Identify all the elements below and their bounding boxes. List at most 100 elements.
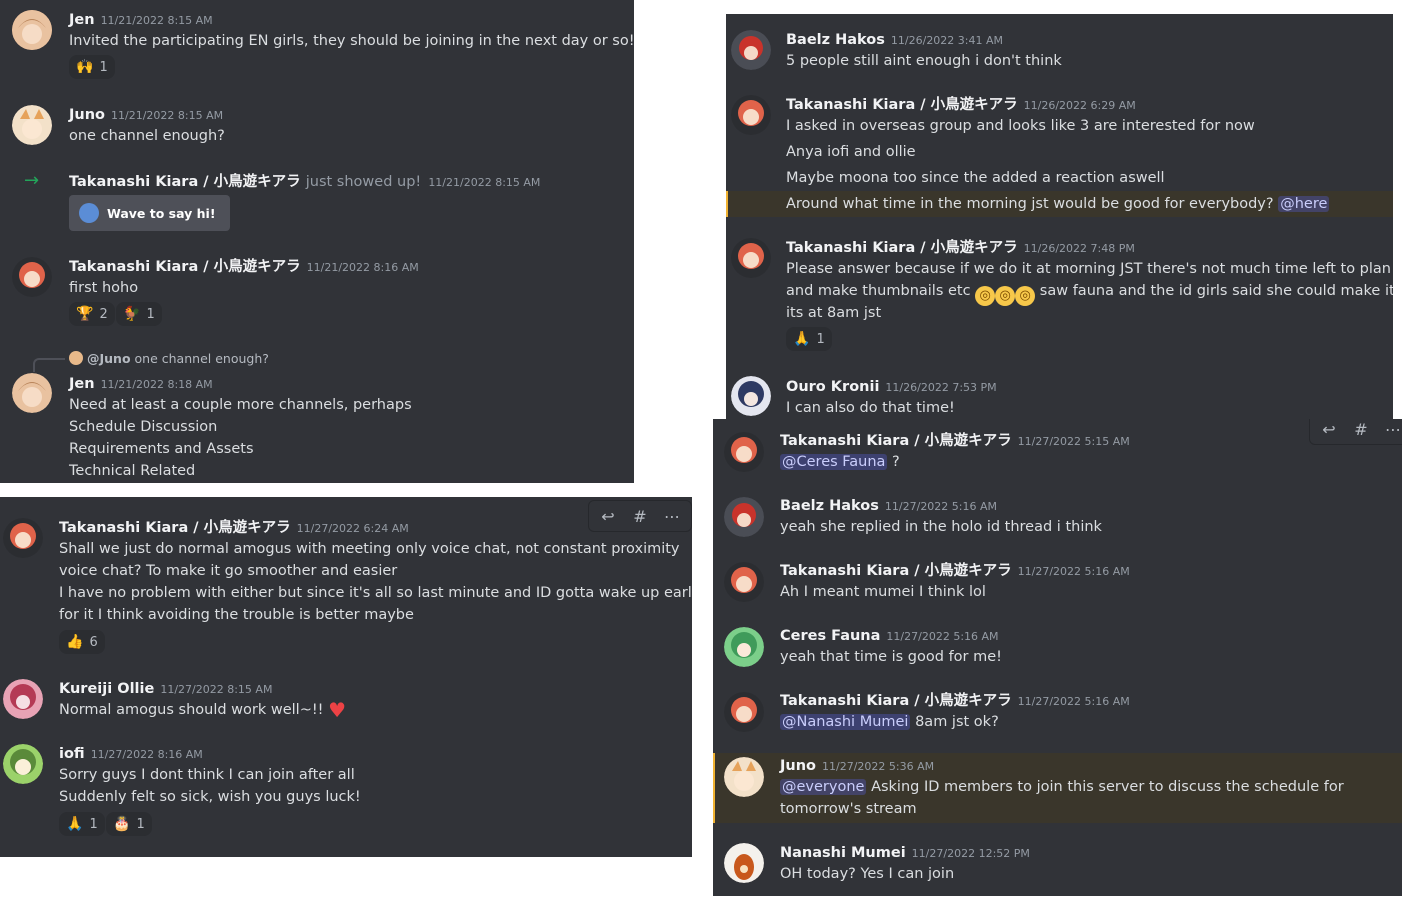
message-text-part: saw fauna and the id girls said she coul… bbox=[1039, 283, 1393, 299]
message-text: I can also do that time! bbox=[786, 400, 955, 416]
avatar-kiara[interactable] bbox=[3, 518, 43, 558]
author-name[interactable]: Takanashi Kiara / 小鳥遊キアラ bbox=[786, 240, 1018, 256]
join-arrow-icon: → bbox=[24, 170, 40, 191]
avatar-kiara[interactable] bbox=[724, 562, 764, 602]
highlighted-text: Around what time in the morning jst woul… bbox=[786, 196, 1274, 212]
author-name[interactable]: Kureiji Ollie bbox=[59, 681, 154, 697]
author-name[interactable]: Baelz Hakos bbox=[786, 32, 885, 48]
rooster-icon: 🐓 bbox=[123, 306, 141, 322]
author-name[interactable]: Takanashi Kiara / 小鳥遊キアラ bbox=[69, 174, 301, 190]
reaction-rooster[interactable]: 🐓 1 bbox=[116, 302, 162, 326]
user-mention[interactable]: @Ceres Fauna bbox=[780, 454, 888, 470]
heart-emoji-icon: ♥ bbox=[328, 698, 347, 722]
reply-avatar bbox=[69, 351, 83, 365]
avatar-kiara[interactable] bbox=[12, 257, 52, 297]
author-name[interactable]: Takanashi Kiara / 小鳥遊キアラ bbox=[780, 693, 1012, 709]
message-toolbar: ↩ # ⋯ bbox=[1309, 419, 1402, 445]
message-text: Requirements and Assets bbox=[69, 441, 254, 457]
reaction-raised-hands[interactable]: 🙌 1 bbox=[69, 55, 115, 79]
reaction-pray[interactable]: 🙏 1 bbox=[59, 812, 105, 836]
avatar-juno[interactable] bbox=[724, 757, 764, 797]
author-name[interactable]: Baelz Hakos bbox=[780, 498, 879, 514]
message-text: @Nanashi Mumei 8am jst ok? bbox=[780, 711, 999, 733]
dizzy-emoji-icon: ◎ bbox=[975, 286, 996, 306]
message-text: its at 8am jst bbox=[786, 305, 882, 321]
here-mention[interactable]: @here bbox=[1278, 196, 1330, 212]
avatar-iofi[interactable] bbox=[3, 744, 43, 784]
thumbs-up-icon: 👍 bbox=[66, 634, 84, 650]
author-name[interactable]: Jen bbox=[69, 376, 95, 392]
message-text: Shall we just do normal amogus with meet… bbox=[59, 541, 680, 557]
reaction-pray[interactable]: 🙏 1 bbox=[786, 327, 832, 351]
timestamp: 11/27/2022 5:16 AM bbox=[886, 630, 999, 643]
reply-preview[interactable]: @Juno one channel enough? bbox=[69, 351, 269, 367]
author-name[interactable]: Takanashi Kiara / 小鳥遊キアラ bbox=[780, 563, 1012, 579]
avatar-juno[interactable] bbox=[12, 105, 52, 145]
avatar-jen[interactable] bbox=[12, 373, 52, 413]
avatar-ollie[interactable] bbox=[3, 679, 43, 719]
author-name[interactable]: Juno bbox=[69, 107, 105, 123]
chat-panel-4: ↩ # ⋯ Takanashi Kiara / 小鳥遊キアラ 11/27/2022… bbox=[0, 497, 692, 857]
timestamp: 11/27/2022 5:16 AM bbox=[1017, 565, 1130, 578]
message-text: Anya iofi and ollie bbox=[786, 144, 916, 160]
avatar-kiara[interactable] bbox=[724, 692, 764, 732]
avatar-jen[interactable] bbox=[12, 10, 52, 50]
message-text: tomorrow's stream bbox=[780, 801, 917, 817]
author-name[interactable]: Ceres Fauna bbox=[780, 628, 880, 644]
message-text-part: and make thumbnails etc bbox=[786, 283, 971, 299]
message-text: voice chat? To make it go smoother and e… bbox=[59, 563, 398, 579]
dizzy-emoji-icon: ◎ bbox=[1015, 286, 1036, 306]
everyone-mention[interactable]: @everyone bbox=[780, 779, 867, 795]
timestamp: 11/21/2022 8:16 AM bbox=[306, 261, 419, 274]
author-name[interactable]: Takanashi Kiara / 小鳥遊キアラ bbox=[59, 520, 291, 536]
wave-button[interactable]: Wave to say hi! bbox=[69, 195, 230, 231]
reply-spine bbox=[33, 358, 65, 372]
author-name[interactable]: Takanashi Kiara / 小鳥遊キアラ bbox=[780, 433, 1012, 449]
chat-panel-3: ↩ # ⋯ Takanashi Kiara / 小鳥遊キアラ 11/27/2022… bbox=[713, 419, 1402, 896]
join-text: just showed up! bbox=[305, 174, 422, 190]
reply-icon[interactable]: ↩ bbox=[595, 503, 621, 529]
timestamp: 11/27/2022 5:15 AM bbox=[1017, 435, 1130, 448]
avatar-mumei[interactable] bbox=[724, 843, 764, 883]
timestamp: 11/21/2022 8:15 AM bbox=[428, 176, 541, 189]
reply-author: @Juno bbox=[87, 351, 131, 366]
timestamp: 11/27/2022 5:16 AM bbox=[884, 500, 998, 513]
message-text: Ah I meant mumei I think lol bbox=[780, 584, 986, 600]
timestamp: 11/26/2022 6:29 AM bbox=[1023, 99, 1136, 112]
avatar-kiara[interactable] bbox=[724, 432, 764, 472]
avatar-kronii[interactable] bbox=[731, 376, 771, 416]
chat-panel-2: Baelz Hakos 11/26/2022 3:41 AM 5 people s… bbox=[726, 14, 1393, 419]
pray-icon: 🙏 bbox=[793, 331, 811, 347]
user-mention[interactable]: @Nanashi Mumei bbox=[780, 714, 911, 730]
avatar-kiara[interactable] bbox=[731, 95, 771, 135]
author-name[interactable]: Takanashi Kiara / 小鳥遊キアラ bbox=[786, 97, 1018, 113]
raised-hands-icon: 🙌 bbox=[76, 59, 94, 75]
message-text-part: Normal amogus should work well~!! bbox=[59, 702, 324, 718]
create-thread-icon[interactable]: # bbox=[627, 503, 653, 529]
timestamp: 11/27/2022 5:36 AM bbox=[822, 760, 935, 773]
author-name[interactable]: Juno bbox=[780, 758, 816, 774]
avatar-baelz[interactable] bbox=[731, 30, 771, 70]
reaction-count: 1 bbox=[816, 331, 825, 347]
more-options-icon[interactable]: ⋯ bbox=[659, 503, 685, 529]
reply-icon[interactable]: ↩ bbox=[1316, 419, 1342, 442]
reaction-cake[interactable]: 🎂 1 bbox=[106, 812, 152, 836]
message-text: Need at least a couple more channels, pe… bbox=[69, 397, 412, 413]
reaction-thumbs-up[interactable]: 👍 6 bbox=[59, 630, 105, 654]
reaction-trophy[interactable]: 🏆 2 bbox=[69, 302, 115, 326]
author-name[interactable]: Nanashi Mumei bbox=[780, 845, 906, 861]
author-name[interactable]: Jen bbox=[69, 12, 95, 28]
more-options-icon[interactable]: ⋯ bbox=[1380, 419, 1402, 442]
create-thread-icon[interactable]: # bbox=[1348, 419, 1374, 442]
message-text: @Ceres Fauna ? bbox=[780, 451, 900, 473]
avatar-baelz[interactable] bbox=[724, 497, 764, 537]
reply-text: one channel enough? bbox=[134, 351, 269, 366]
message-text-part: Asking ID members to join this server to… bbox=[871, 779, 1344, 795]
avatar-fauna[interactable] bbox=[724, 627, 764, 667]
timestamp: 11/27/2022 5:16 AM bbox=[1017, 695, 1130, 708]
author-name[interactable]: Takanashi Kiara / 小鳥遊キアラ bbox=[69, 259, 301, 275]
author-name[interactable]: Ouro Kronii bbox=[786, 379, 879, 395]
message-text: Invited the participating EN girls, they… bbox=[69, 33, 634, 49]
avatar-kiara[interactable] bbox=[731, 238, 771, 278]
author-name[interactable]: iofi bbox=[59, 746, 85, 762]
